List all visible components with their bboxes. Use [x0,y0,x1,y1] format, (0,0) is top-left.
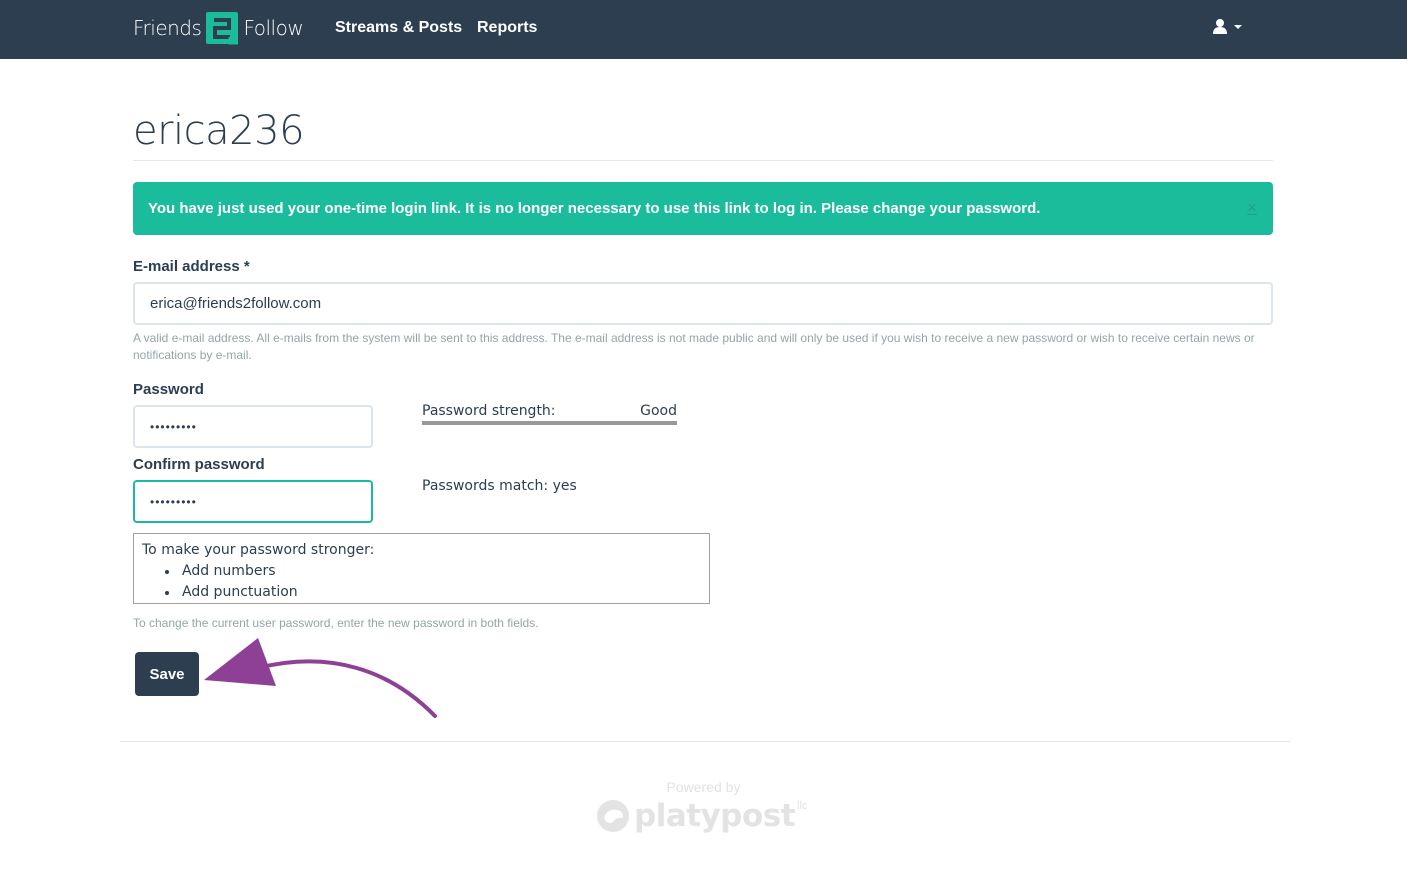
annotation-arrow-icon [204,638,437,718]
strength-bar [422,421,677,425]
platypost-wordmark: platypost [634,798,796,834]
password-match-status: Passwords match: yes [422,478,577,494]
email-label: E-mail address * [133,258,250,275]
list-item: Add numbers [165,561,701,582]
top-navbar: Friends Follow Streams & Posts Reports [0,0,1407,59]
brand-word-right: Follow [243,16,304,40]
user-icon [1213,19,1227,34]
strength-bar-fill [422,421,677,425]
list-item: Add punctuation [165,582,701,603]
nav-streams-posts[interactable]: Streams & Posts [335,19,462,37]
title-divider [133,160,1273,161]
chevron-down-icon [1234,25,1242,29]
confirm-password-field[interactable]: ••••••••• [133,480,373,523]
email-help-text: A valid e-mail address. All e-mails from… [133,331,1255,362]
platypost-llc: llc [797,800,808,812]
page-title: erica236 [133,108,305,154]
alert-message: You have just used your one-time login l… [148,200,1041,217]
strength-label: Password strength: [422,403,556,419]
suggestions-heading: To make your password stronger: [142,542,375,558]
platypus-icon [597,800,629,832]
email-field[interactable]: erica@friends2follow.com [133,282,1273,325]
password-suggestions: To make your password stronger: Add numb… [133,533,710,604]
brand-word-left: Friends [133,16,202,40]
nav-reports[interactable]: Reports [477,19,537,37]
status-alert: You have just used your one-time login l… [133,182,1273,235]
brand-logo[interactable]: Friends Follow [133,9,304,47]
save-button[interactable]: Save [135,652,199,696]
confirm-password-label: Confirm password [133,456,265,473]
footer-divider [120,741,1290,742]
user-menu-dropdown[interactable] [1212,18,1242,34]
suggestions-list: Add numbers Add punctuation [142,561,701,603]
powered-by-text: Powered by [666,779,741,795]
strength-value: Good [640,403,677,419]
platypost-logo: platypost llc [596,796,807,836]
password-strength-meter: Password strength: Good [422,401,677,425]
brand-2-mark-icon [206,12,239,45]
password-field[interactable]: ••••••••• [133,405,373,448]
close-icon[interactable]: × [1247,198,1257,218]
password-label: Password [133,381,204,398]
